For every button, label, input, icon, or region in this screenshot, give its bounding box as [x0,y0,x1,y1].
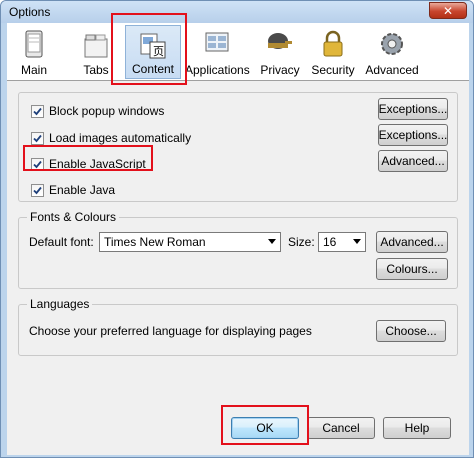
dialog-client-area: Main Tabs 页 Content Applications Privacy… [7,13,469,455]
tab-content[interactable]: 页 Content [125,25,181,79]
tab-tabs-label: Tabs [83,63,109,77]
close-button[interactable]: ✕ [429,2,467,19]
javascript-advanced-button[interactable]: Advanced... [378,150,448,172]
dialog-footer: OK Cancel Help [7,412,469,455]
enable-java-label: Enable Java [49,183,116,197]
gear-icon [381,33,403,55]
font-size-select[interactable]: 16 [318,232,366,252]
tab-applications-label: Applications [185,63,250,77]
tab-privacy[interactable]: Privacy [257,25,303,79]
checkmark-icon [33,186,42,194]
tab-security-label: Security [311,63,355,77]
default-font-value: Times New Roman [104,235,206,249]
window-title: Options [9,5,51,19]
block-popups-option[interactable]: Block popup windows [31,103,164,119]
tab-privacy-label: Privacy [260,63,300,77]
block-popups-checkbox[interactable] [31,104,44,118]
close-icon: ✕ [442,3,454,18]
popup-exceptions-button[interactable]: Exceptions... [378,98,448,120]
images-exceptions-button[interactable]: Exceptions... [378,124,448,146]
fonts-colours-group: Fonts & Colours Default font: Times New … [18,210,458,289]
tab-tabs[interactable]: Tabs [73,25,119,79]
enable-javascript-label: Enable JavaScript [49,157,146,171]
tab-main[interactable]: Main [11,25,57,79]
load-images-option[interactable]: Load images automatically [31,130,191,146]
chevron-down-icon [268,239,276,244]
tab-main-label: Main [20,63,47,77]
content-panel: Block popup windows Load images automati… [7,82,469,412]
enable-javascript-option[interactable]: Enable JavaScript [31,156,146,172]
load-images-label: Load images automatically [49,131,192,145]
main-window-icon [25,30,43,58]
applications-icon [205,32,229,52]
fonts-advanced-button[interactable]: Advanced... [376,231,448,253]
enable-java-option[interactable]: Enable Java [31,182,115,198]
svg-text:页: 页 [153,45,164,58]
cancel-button[interactable]: Cancel [307,417,375,439]
category-toolbar: Main Tabs 页 Content Applications Privacy… [7,23,469,81]
checkmark-icon [33,160,42,168]
tab-advanced-label: Advanced [365,63,419,77]
tab-security[interactable]: Security [309,25,357,79]
languages-description: Choose your preferred language for displ… [29,324,312,338]
tab-applications[interactable]: Applications [185,25,250,79]
enable-java-checkbox[interactable] [31,183,44,197]
options-window: Options ✕ Main Tabs 页 Content Applicatio… [0,0,474,458]
font-size-value: 16 [323,235,337,249]
checkmark-icon [33,134,42,142]
content-options-group: Block popup windows Load images automati… [18,92,458,202]
content-icon: 页 [140,33,166,59]
choose-language-button[interactable]: Choose... [376,320,446,342]
tab-content-label: Content [131,62,175,76]
tabs-icon [84,34,108,58]
title-bar[interactable]: Options ✕ [1,1,473,23]
tab-advanced[interactable]: Advanced [363,25,421,79]
default-font-select[interactable]: Times New Roman [99,232,281,252]
colours-button[interactable]: Colours... [376,258,448,280]
help-button[interactable]: Help [383,417,451,439]
checkmark-icon [33,107,42,115]
enable-javascript-checkbox[interactable] [31,157,44,171]
languages-group: Languages Choose your preferred language… [18,297,458,356]
languages-title: Languages [27,297,93,311]
size-label: Size: [288,235,315,249]
load-images-checkbox[interactable] [31,131,44,145]
block-popups-label: Block popup windows [49,104,165,118]
ok-button[interactable]: OK [231,417,299,439]
privacy-mask-icon [268,33,292,49]
chevron-down-icon [353,239,361,244]
padlock-icon [323,30,343,57]
fonts-colours-title: Fonts & Colours [27,210,120,224]
default-font-label: Default font: [29,235,94,249]
